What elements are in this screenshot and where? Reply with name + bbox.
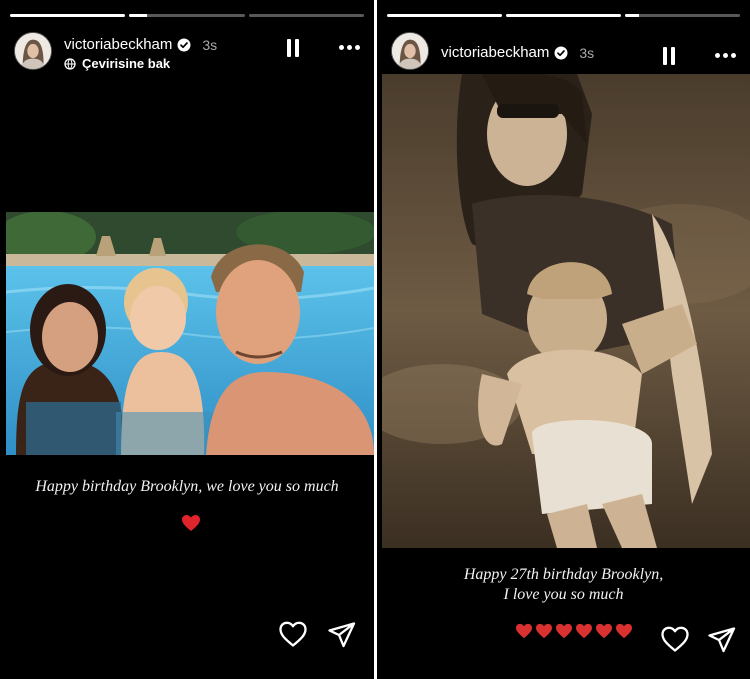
post-time: 3s bbox=[579, 44, 595, 61]
red-heart-emoji bbox=[596, 623, 612, 639]
translate-label[interactable]: Çevirisine bak bbox=[82, 56, 170, 71]
red-heart-emoji bbox=[516, 623, 532, 639]
translate-link[interactable]: Çevirisine bak bbox=[64, 56, 170, 71]
heart-outline-icon[interactable] bbox=[278, 620, 308, 648]
story-photo bbox=[6, 212, 374, 455]
red-heart-emoji bbox=[556, 623, 572, 639]
username-row[interactable]: victoriabeckham 3s bbox=[441, 44, 594, 61]
pause-icon[interactable] bbox=[286, 39, 300, 57]
send-icon[interactable] bbox=[327, 621, 357, 649]
story-header: victoriabeckham 3s Çevirisine bak bbox=[14, 30, 362, 74]
progress-segment bbox=[10, 14, 126, 17]
verified-badge-icon bbox=[177, 38, 191, 51]
username[interactable]: victoriabeckham bbox=[441, 44, 549, 61]
story-photo bbox=[382, 74, 750, 548]
more-icon[interactable] bbox=[715, 45, 736, 65]
more-icon[interactable] bbox=[339, 37, 360, 57]
avatar[interactable] bbox=[14, 32, 52, 70]
avatar[interactable] bbox=[391, 32, 429, 70]
progress-segment bbox=[625, 14, 740, 17]
red-heart-emoji bbox=[576, 623, 592, 639]
story-left[interactable]: victoriabeckham 3s Çevirisine bak Happy … bbox=[0, 0, 374, 679]
send-icon[interactable] bbox=[707, 626, 737, 654]
red-heart-emoji bbox=[536, 623, 552, 639]
red-heart-emoji bbox=[182, 515, 200, 531]
username[interactable]: victoriabeckham bbox=[64, 36, 172, 53]
story-caption-line-2: I love you so much bbox=[503, 586, 624, 603]
red-heart-emoji bbox=[616, 623, 632, 639]
progress-segment bbox=[387, 14, 502, 17]
verified-badge-icon bbox=[554, 46, 568, 59]
progress-segment bbox=[506, 14, 621, 17]
story-progress bbox=[10, 14, 364, 17]
story-caption-line-1: Happy 27th birthday Brooklyn, bbox=[463, 566, 664, 583]
story-header: victoriabeckham 3s bbox=[391, 30, 738, 74]
story-caption: Happy birthday Brooklyn, we love you so … bbox=[35, 478, 339, 495]
heart-outline-icon[interactable] bbox=[660, 625, 690, 653]
story-right[interactable]: victoriabeckham 3s Happy 27th birthday B… bbox=[377, 0, 750, 679]
red-heart-emoji-row bbox=[515, 623, 633, 639]
progress-segment bbox=[129, 14, 245, 17]
pause-icon[interactable] bbox=[662, 47, 676, 65]
translate-icon bbox=[64, 57, 76, 70]
progress-segment bbox=[248, 14, 364, 17]
username-row[interactable]: victoriabeckham 3s bbox=[64, 36, 217, 53]
post-time: 3s bbox=[202, 36, 218, 53]
story-progress bbox=[387, 14, 740, 17]
